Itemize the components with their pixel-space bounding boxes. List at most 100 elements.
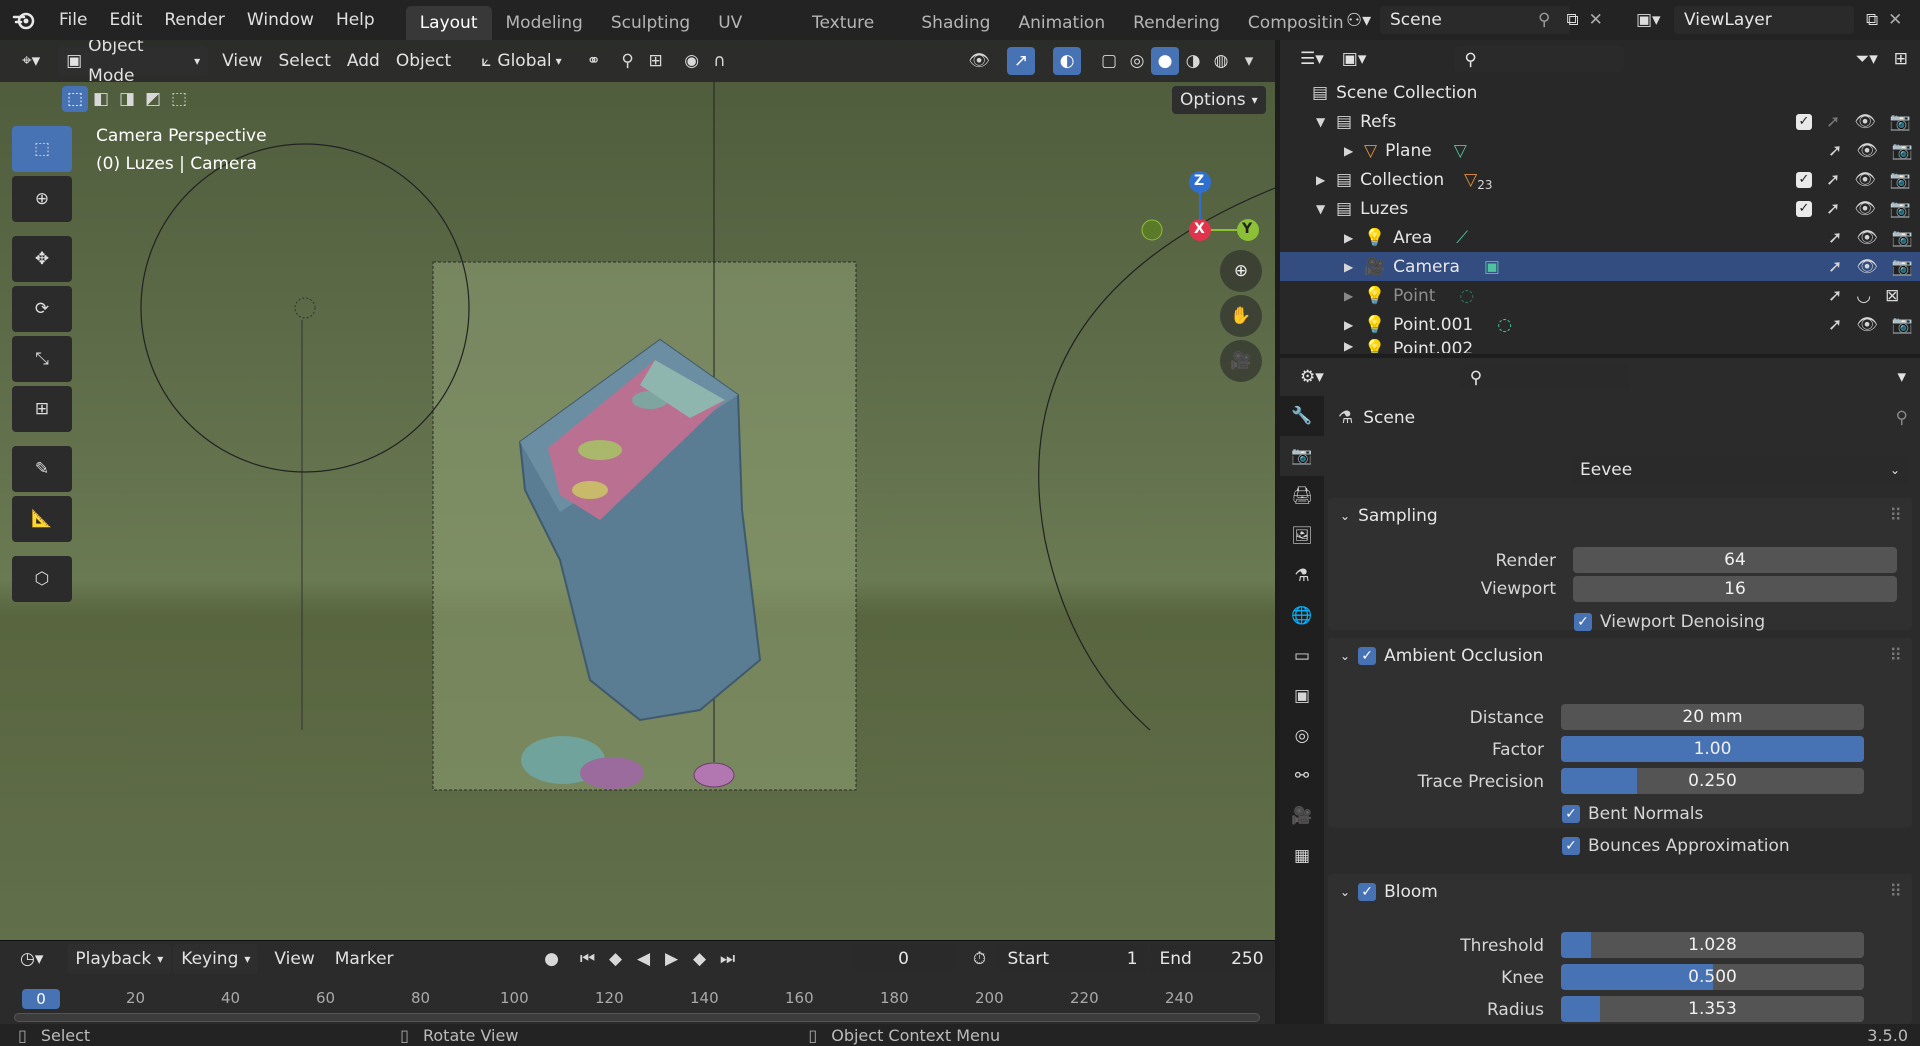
menu-add[interactable]: Add (339, 46, 388, 76)
rotate-tool-icon[interactable]: ⟳ (12, 286, 72, 332)
outliner-editor-icon[interactable]: ☰▾ (1292, 44, 1332, 74)
editor-type-icon[interactable]: ⌖▾ (14, 46, 48, 76)
bloom-enable-checkbox[interactable]: ✓ (1358, 883, 1377, 901)
menu-window[interactable]: Window (236, 0, 325, 40)
timeline-ruler[interactable]: 0 20 40 60 80 100 120 140 160 180 200 22… (0, 989, 1275, 1011)
eye-icon[interactable]: 👁 (1854, 170, 1876, 190)
constraints-tab-icon[interactable]: ⚯ (1280, 756, 1324, 796)
select-toggle-icon[interactable]: ➚ (1826, 199, 1840, 219)
render-camera-icon[interactable]: 📷 (1892, 228, 1913, 248)
expand-arrow-icon[interactable]: ▶ (1344, 144, 1364, 158)
object-tab-icon[interactable]: ▣ (1280, 676, 1324, 716)
outliner-row-refs[interactable]: ▼ ▤ Refs ✓ ➚ 👁 📷 (1280, 107, 1920, 136)
include-checkbox[interactable]: ✓ (1796, 171, 1812, 188)
menu-help[interactable]: Help (325, 0, 386, 40)
gizmo-toggle-icon[interactable]: ↗ (1007, 47, 1035, 75)
eye-icon[interactable]: 👁 (1856, 257, 1878, 277)
rendered-shading-icon[interactable]: ◍ (1207, 47, 1235, 75)
menu-render[interactable]: Render (153, 0, 236, 40)
xray-icon[interactable]: ▢ (1095, 47, 1123, 75)
move-tool-icon[interactable]: ✥ (12, 236, 72, 282)
outliner-row-point[interactable]: ▶ 💡 Point ◌ ➚ ◡ ⊠ (1280, 281, 1920, 310)
select-toggle-icon[interactable]: ➚ (1826, 112, 1840, 132)
select-new-icon[interactable]: ⬚ (62, 86, 88, 112)
stopwatch-icon[interactable]: ⏱ (966, 945, 994, 973)
jump-end-icon[interactable]: ⏭ (714, 945, 742, 973)
tab-uv-editing[interactable]: UV Editing (704, 6, 798, 40)
menu-select[interactable]: Select (270, 46, 338, 76)
render-engine-dropdown[interactable]: Eevee ⌄ (1570, 456, 1910, 484)
physics-tab-icon[interactable]: ◎ (1280, 716, 1324, 756)
options-dropdown[interactable]: Options ▾ (1172, 86, 1266, 114)
remove-view-layer-icon[interactable]: ✕ (1888, 10, 1902, 30)
scene-selector[interactable]: ⚇▾ Scene ⚲ ⧉ ✕ (1346, 5, 1603, 35)
measure-tool-icon[interactable]: 📐 (12, 496, 72, 542)
select-toggle-icon[interactable]: ➚ (1826, 170, 1840, 190)
select-toggle-icon[interactable]: ➚ (1828, 228, 1842, 248)
render-tab-icon[interactable]: 📷 (1280, 436, 1324, 476)
timeline-scrollbar[interactable] (14, 1013, 1260, 1022)
texture-tab-icon[interactable]: ▦ (1280, 836, 1324, 876)
world-tab-icon[interactable]: 🌐 (1280, 596, 1324, 636)
drag-handle-icon[interactable]: ⠿ (1890, 646, 1902, 666)
overlay-toggle-icon[interactable]: ◐ (1053, 47, 1081, 75)
jump-start-icon[interactable]: ⏮ (574, 945, 602, 973)
select-extend-icon[interactable]: ◧ (88, 86, 114, 112)
select-toggle-icon[interactable]: ➚ (1828, 257, 1842, 277)
view-layer-selector[interactable]: ▣▾ ViewLayer ⧉ ✕ (1636, 5, 1902, 35)
include-checkbox[interactable]: ✓ (1796, 113, 1812, 130)
tab-rendering[interactable]: Rendering (1119, 6, 1234, 40)
display-mode-icon[interactable]: ▣▾ (1334, 44, 1375, 74)
eye-icon[interactable]: 👁 (1854, 199, 1876, 219)
menu-view[interactable]: View (214, 46, 270, 76)
new-collection-icon[interactable]: ⊞ (1886, 44, 1916, 74)
mode-dropdown[interactable]: ▣ Object Mode ▾ (58, 40, 209, 86)
bloom-panel-header[interactable]: ⌄ ✓ Bloom ⠿ (1328, 874, 1912, 910)
view-layer-tab-icon[interactable]: 🖼 (1280, 516, 1324, 556)
sampling-viewport-field[interactable]: 16 (1573, 576, 1897, 602)
prev-keyframe-icon[interactable]: ◆ (602, 945, 630, 973)
outliner-root[interactable]: ▤ Scene Collection (1280, 78, 1920, 107)
marker-menu[interactable]: Marker (327, 944, 402, 974)
render-camera-icon[interactable]: 📷 (1892, 315, 1913, 335)
timeline-editor-icon[interactable]: ◷▾ (12, 944, 51, 974)
expand-arrow-icon[interactable]: ▼ (1316, 115, 1336, 129)
camera-view-icon[interactable]: 🎥 (1220, 340, 1262, 382)
play-reverse-icon[interactable]: ◀ (630, 945, 658, 973)
cursor-tool-icon[interactable]: ⊕ (12, 176, 72, 222)
render-camera-icon[interactable]: 📷 (1892, 141, 1913, 161)
snap-icon[interactable]: ⚲ (614, 47, 642, 75)
ao-distance-field[interactable]: 20 mm (1561, 704, 1864, 730)
outliner-row-plane[interactable]: ▶ ▽ Plane ▽ ➚ 👁 📷 (1280, 136, 1920, 165)
start-frame-field[interactable]: Start 1 (997, 945, 1148, 973)
sampling-panel-header[interactable]: ⌄ Sampling ⠿ (1328, 498, 1912, 534)
blender-logo-icon[interactable] (0, 0, 48, 40)
render-camera-icon[interactable]: 📷 (1890, 112, 1911, 132)
ao-enable-checkbox[interactable]: ✓ (1358, 647, 1377, 665)
properties-options-icon[interactable]: ▾ (1889, 362, 1914, 392)
wireframe-shading-icon[interactable]: ◎ (1123, 47, 1151, 75)
select-toggle-icon[interactable]: ➚ (1828, 141, 1842, 161)
scale-tool-icon[interactable]: ⤡ (12, 336, 72, 382)
tab-modeling[interactable]: Modeling (492, 6, 597, 40)
output-tab-icon[interactable]: 🖨 (1280, 476, 1324, 516)
bounces-checkbox[interactable]: ✓ Bounces Approximation (1562, 836, 1790, 856)
navigation-gizmo[interactable]: Z X Y (1130, 126, 1260, 286)
tab-layout[interactable]: Layout (405, 6, 492, 40)
close-icon[interactable]: ✕ (1589, 10, 1603, 30)
annotate-tool-icon[interactable]: ✎ (12, 446, 72, 492)
expand-arrow-icon[interactable]: ▶ (1344, 231, 1364, 245)
collection-tab-icon[interactable]: ▭ (1280, 636, 1324, 676)
sampling-render-field[interactable]: 64 (1573, 547, 1897, 573)
current-frame-field[interactable]: 0 (851, 945, 956, 973)
playhead[interactable]: 0 (22, 989, 60, 1009)
end-frame-field[interactable]: End 250 (1149, 945, 1274, 973)
snap-target-icon[interactable]: ⊞ (642, 47, 670, 75)
eye-icon[interactable]: 👁 (1856, 228, 1878, 248)
tab-animation[interactable]: Animation (1004, 6, 1119, 40)
add-cube-tool-icon[interactable]: ⬡ (12, 556, 72, 602)
expand-arrow-icon[interactable]: ▶ (1344, 339, 1364, 353)
ao-trace-slider[interactable]: 0.250 (1561, 768, 1864, 794)
expand-arrow-icon[interactable]: ▶ (1344, 260, 1364, 274)
eye-icon[interactable]: 👁 (1856, 141, 1878, 161)
